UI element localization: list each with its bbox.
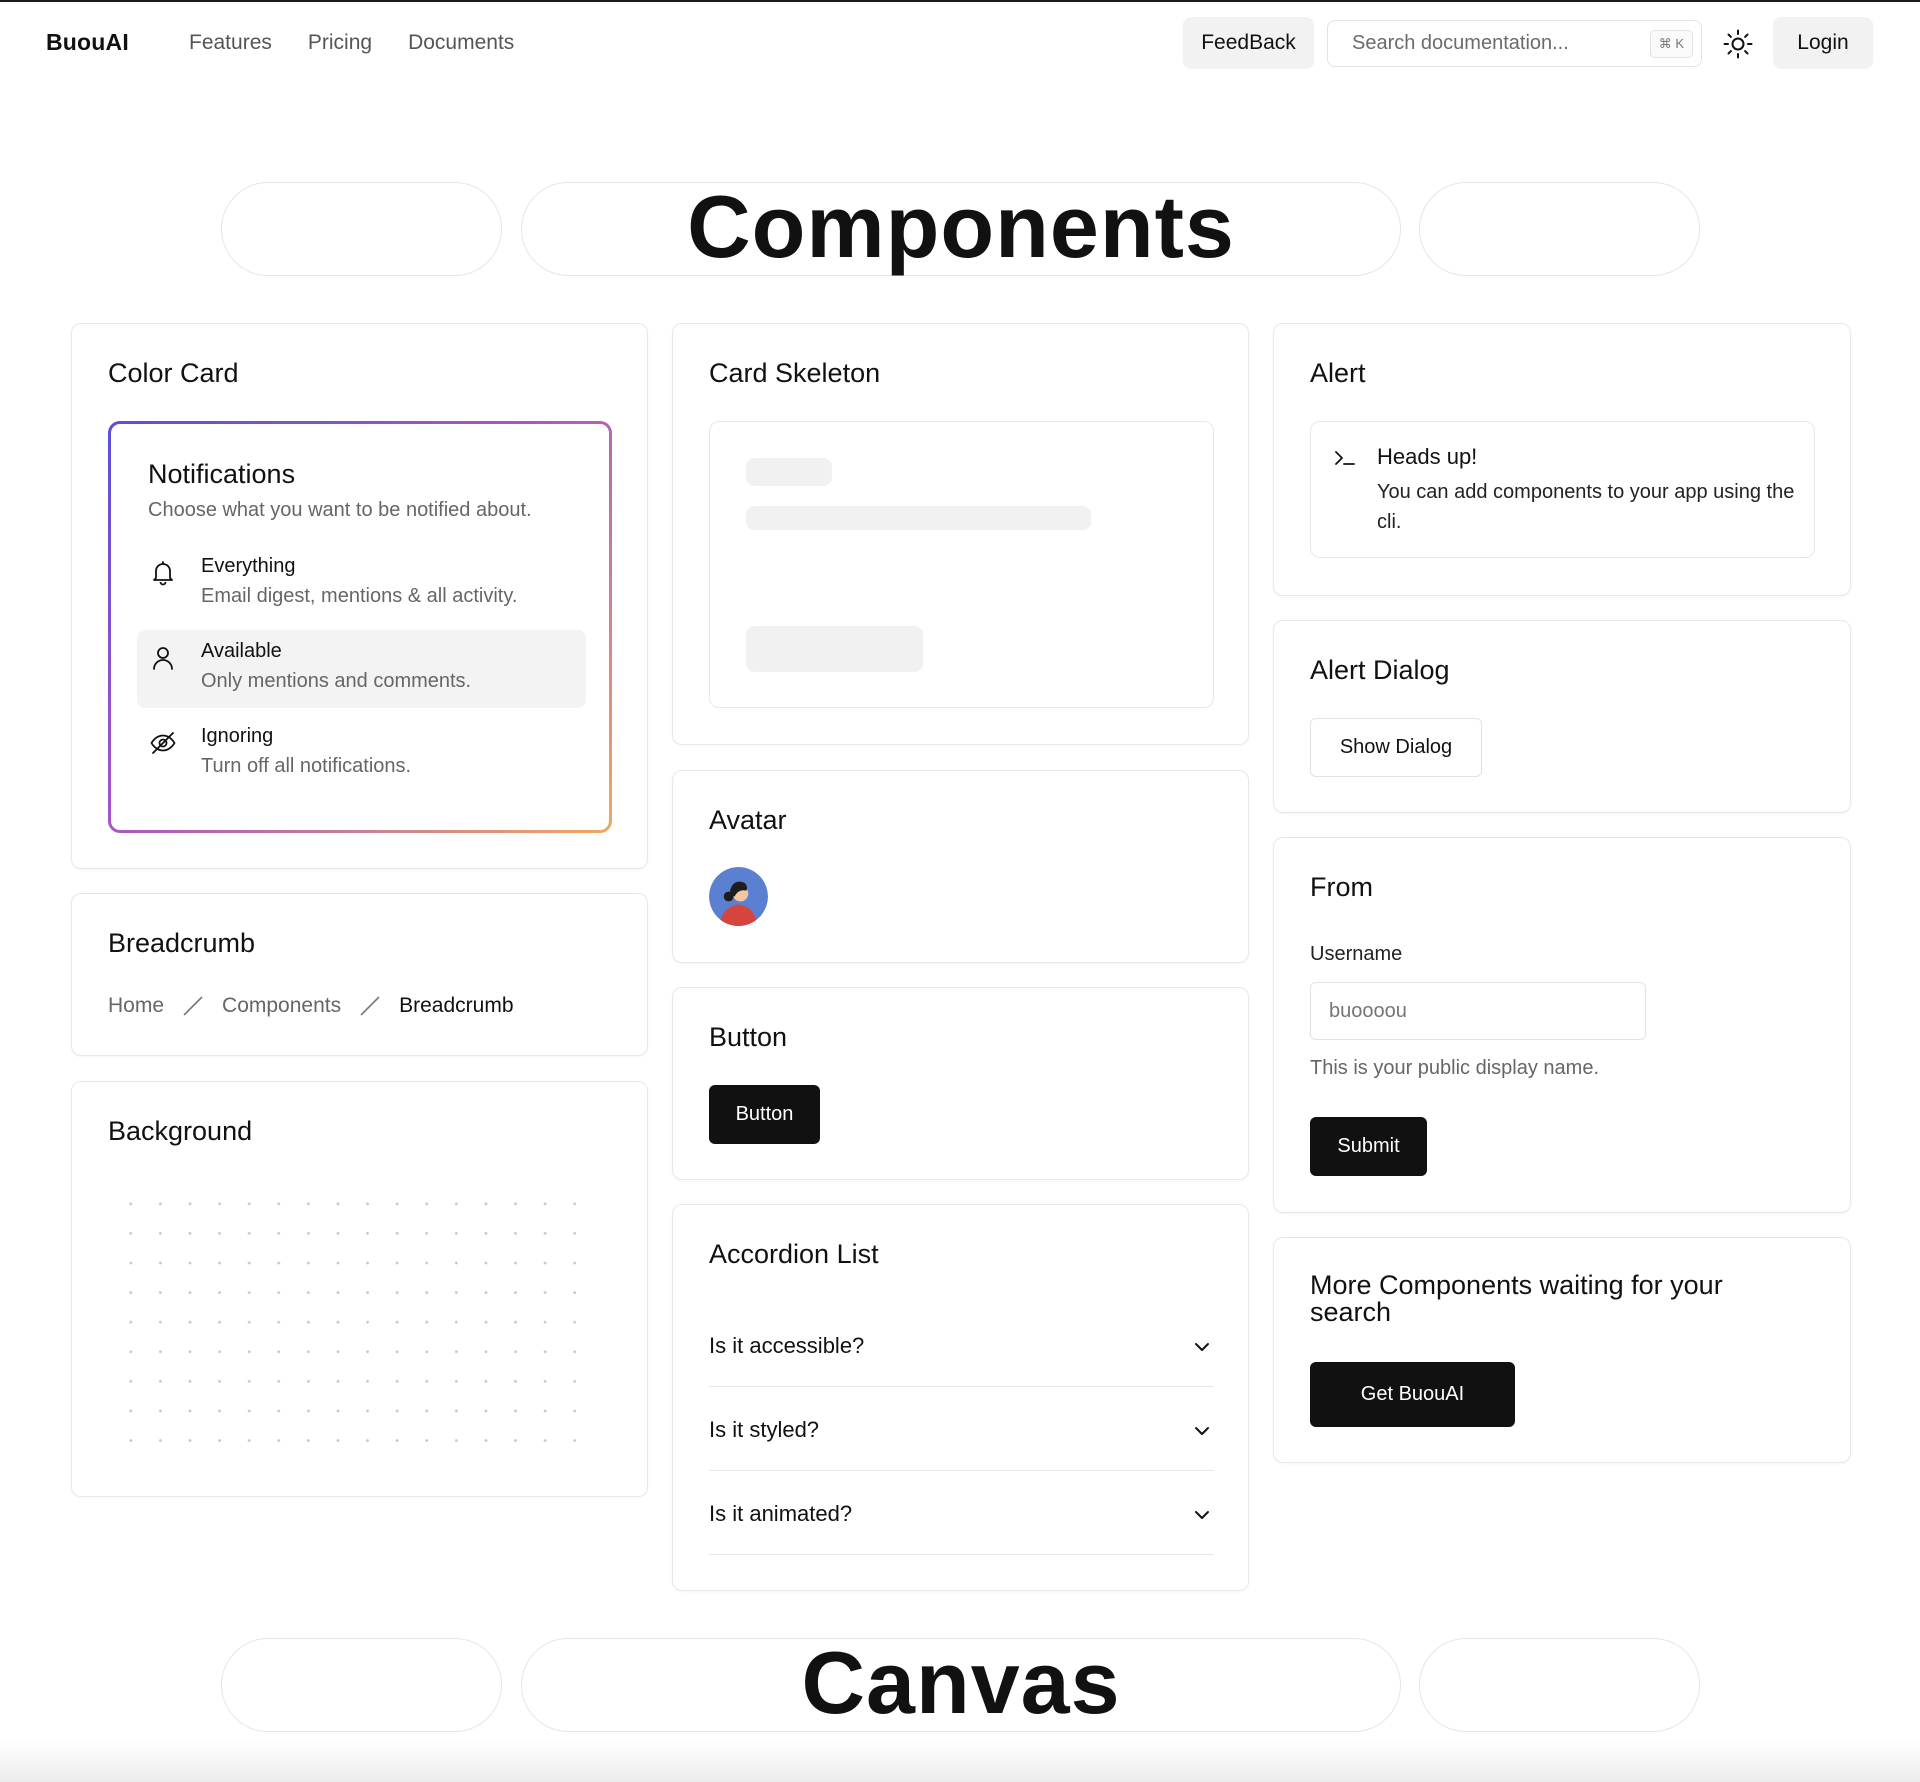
nav-link-features[interactable]: Features: [189, 31, 272, 55]
breadcrumb-section: Breadcrumb Home Components Breadcrumb: [71, 893, 648, 1056]
card-title: Alert: [1310, 358, 1366, 388]
option-title: Available: [201, 640, 282, 662]
skeleton-line: [746, 506, 1091, 530]
button-section: Button Button: [672, 987, 1249, 1180]
chevron-down-icon: [1195, 1511, 1209, 1519]
login-button[interactable]: Login: [1773, 17, 1873, 69]
accordion-item[interactable]: Is it accessible?: [709, 1303, 1214, 1387]
accordion-question: Is it styled?: [709, 1417, 820, 1442]
card-skeleton-section: Card Skeleton: [672, 323, 1249, 745]
option-description: Only mentions and comments.: [201, 670, 472, 692]
card-title: Button: [709, 1022, 788, 1052]
card-title: Background: [108, 1116, 253, 1146]
user-icon: [153, 647, 173, 670]
top-navbar: BuouAI Features Pricing Documents FeedBa…: [0, 2, 1920, 86]
notification-option-ignoring[interactable]: Ignoring Turn off all notifications.: [137, 715, 586, 793]
skeleton-button: [746, 626, 923, 672]
notifications-panel: Notifications Choose what you want to be…: [108, 421, 612, 833]
notification-option-available[interactable]: Available Only mentions and comments.: [137, 630, 586, 708]
slash-separator-icon: [360, 996, 380, 1016]
skeleton-line: [746, 458, 832, 486]
search-box[interactable]: ⌘ K: [1327, 20, 1702, 67]
bell-icon: [153, 561, 173, 586]
option-title: Everything: [201, 555, 296, 577]
heading-pill-right: [1419, 1638, 1700, 1732]
card-title: Color Card: [108, 358, 239, 388]
card-title: Alert Dialog: [1310, 655, 1450, 685]
primary-button[interactable]: Button: [709, 1085, 820, 1144]
feedback-button[interactable]: FeedBack: [1183, 17, 1314, 69]
option-title: Ignoring: [201, 725, 274, 747]
heading-pill-left: [221, 182, 502, 276]
heading-pill-right: [1419, 182, 1700, 276]
search-input[interactable]: [1352, 32, 1642, 55]
alert-dialog-section: Alert Dialog Show Dialog: [1273, 620, 1851, 813]
heading-pill-left: [221, 1638, 502, 1732]
chevron-down-icon: [1195, 1343, 1209, 1351]
breadcrumb-home[interactable]: Home: [108, 994, 164, 1018]
accordion-item[interactable]: Is it styled?: [709, 1387, 1214, 1471]
card-title: Breadcrumb: [108, 928, 256, 958]
accordion-question: Is it accessible?: [709, 1333, 865, 1358]
components-title: Components: [687, 177, 1235, 276]
username-hint: This is your public display name.: [1310, 1057, 1600, 1079]
more-components-section: More Components waiting for your search …: [1273, 1237, 1851, 1463]
show-dialog-button[interactable]: Show Dialog: [1310, 718, 1482, 777]
alert-box: Heads up! You can add components to your…: [1310, 421, 1815, 558]
search-shortcut-badge: ⌘ K: [1649, 30, 1693, 58]
color-card-section: Color Card Notifications Choose what you…: [71, 323, 648, 869]
option-description: Turn off all notifications.: [201, 755, 412, 777]
canvas-heading-row: Canvas: [0, 1633, 1920, 1732]
form-section: From Username This is your public displa…: [1273, 837, 1851, 1213]
breadcrumb-current: Breadcrumb: [399, 994, 514, 1017]
components-heading-row: Components: [0, 177, 1920, 276]
sun-icon[interactable]: [1722, 28, 1754, 60]
accordion-item[interactable]: Is it animated?: [709, 1471, 1214, 1555]
avatar-section: Avatar: [672, 770, 1249, 963]
accordion-question: Is it animated?: [709, 1501, 853, 1526]
alert-heading: Heads up!: [1377, 444, 1478, 469]
username-input[interactable]: [1310, 982, 1646, 1040]
notifications-subtitle: Choose what you want to be notified abou…: [148, 499, 532, 521]
card-title: Accordion List: [709, 1239, 879, 1269]
submit-button[interactable]: Submit: [1310, 1117, 1427, 1176]
slash-separator-icon: [183, 996, 203, 1016]
background-section: Background: [71, 1081, 648, 1497]
bottom-scroll-fade: [0, 1740, 1920, 1782]
terminal-icon: [1335, 451, 1355, 465]
username-label: Username: [1310, 943, 1403, 965]
get-buouai-button[interactable]: Get BuouAI: [1310, 1362, 1515, 1427]
breadcrumb: Home Components Breadcrumb: [108, 994, 514, 1018]
alert-section: Alert Heads up! You can add components t…: [1273, 323, 1851, 596]
avatar[interactable]: [709, 867, 768, 926]
notifications-title: Notifications: [148, 459, 296, 489]
option-description: Email digest, mentions & all activity.: [201, 585, 518, 607]
dot-grid-background: [116, 1189, 596, 1465]
brand-logo[interactable]: BuouAI: [46, 29, 129, 56]
accordion-section: Accordion List Is it accessible? Is it s…: [672, 1204, 1249, 1591]
nav-link-pricing[interactable]: Pricing: [308, 31, 372, 55]
breadcrumb-components[interactable]: Components: [222, 994, 341, 1018]
card-title: From: [1310, 872, 1373, 902]
card-title: Card Skeleton: [709, 358, 881, 388]
eye-off-icon: [150, 732, 176, 754]
card-title: More Components waiting for your search: [1310, 1270, 1723, 1327]
nav-links: Features Pricing Documents: [189, 31, 514, 55]
nav-link-documents[interactable]: Documents: [408, 31, 514, 55]
chevron-down-icon: [1195, 1427, 1209, 1435]
alert-body: You can add components to your app using…: [1377, 481, 1795, 533]
card-title: Avatar: [709, 805, 787, 835]
notification-option-everything[interactable]: Everything Email digest, mentions & all …: [137, 545, 586, 623]
canvas-title: Canvas: [801, 1633, 1121, 1732]
skeleton-card: [709, 421, 1214, 708]
